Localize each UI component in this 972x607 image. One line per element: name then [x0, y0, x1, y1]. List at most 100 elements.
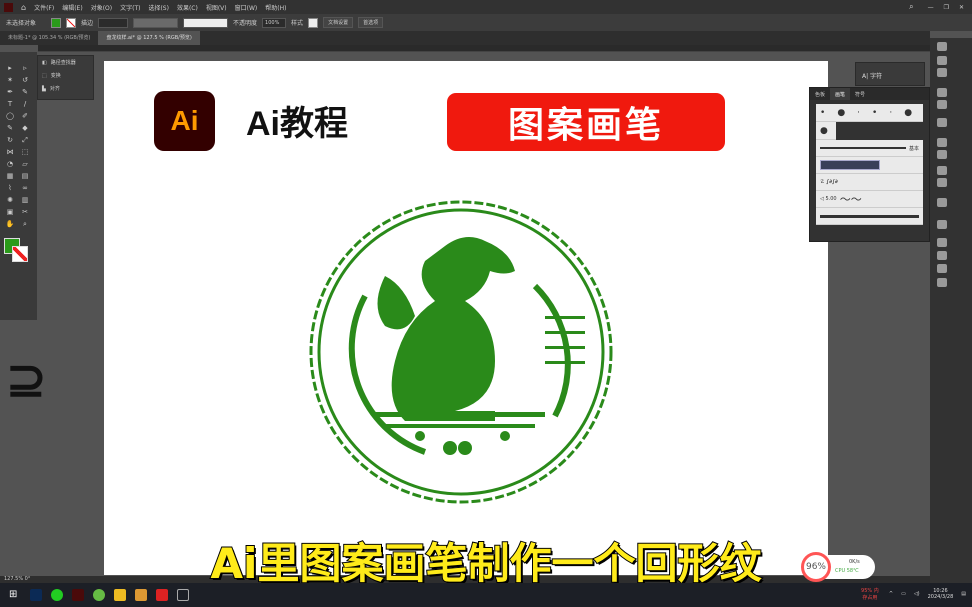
stroke-color-swatch[interactable]: [12, 246, 28, 262]
dock-panel-icon[interactable]: [937, 220, 947, 229]
width-tool-icon[interactable]: ⋈: [5, 148, 15, 156]
stroke-weight-input[interactable]: [98, 17, 129, 28]
tab-brushes[interactable]: 画笔: [830, 88, 851, 100]
dock-panel-icon[interactable]: [937, 118, 947, 127]
character-panel[interactable]: A| 字符: [855, 62, 925, 86]
restore-icon[interactable]: ❐: [944, 4, 949, 11]
gradient-tool-icon[interactable]: ▤: [20, 172, 30, 180]
variable-width-select[interactable]: [133, 17, 179, 28]
dock-panel-icon[interactable]: [937, 264, 947, 273]
system-monitor-widget[interactable]: 96% 0K/s CPU 58℃: [801, 552, 875, 582]
search-icon[interactable]: ⌕: [909, 2, 913, 12]
menu-object[interactable]: 对象(O): [91, 3, 112, 12]
memory-usage[interactable]: 95% 内存占用: [859, 587, 881, 601]
tab-swatches[interactable]: 色板: [810, 88, 830, 100]
home-icon[interactable]: ⌂: [21, 3, 26, 12]
dragon-emblem[interactable]: [305, 196, 617, 508]
tray-chevron-icon[interactable]: ^: [889, 591, 893, 597]
dock-panel-icon[interactable]: [937, 166, 947, 175]
transform-item[interactable]: ⬚ 变换: [38, 69, 93, 82]
dock-panel-icon[interactable]: [937, 42, 947, 51]
wechat-icon[interactable]: [51, 589, 63, 601]
menu-select[interactable]: 选择(S): [148, 3, 169, 12]
photoshop-icon[interactable]: [30, 589, 42, 601]
shaper-tool-icon[interactable]: ✎: [5, 124, 15, 132]
paintbrush-tool-icon[interactable]: ✐: [20, 112, 30, 120]
browser-icon[interactable]: [93, 589, 105, 601]
dock-panel-icon[interactable]: [937, 56, 947, 65]
slice-tool-icon[interactable]: ✂: [20, 208, 30, 216]
selection-tool-icon[interactable]: ▸: [5, 64, 15, 72]
curvature-tool-icon[interactable]: ✎: [20, 88, 30, 96]
tab-active-document[interactable]: 盘龙纹样.ai* @ 127.5 % (RGB/预览): [98, 31, 200, 45]
menu-view[interactable]: 视图(V): [206, 3, 227, 12]
fill-swatch[interactable]: [51, 17, 62, 28]
mesh-tool-icon[interactable]: ▦: [5, 172, 15, 180]
direct-selection-tool-icon[interactable]: ▹: [20, 64, 30, 72]
eraser-tool-icon[interactable]: ◆: [20, 124, 30, 132]
lasso-tool-icon[interactable]: ↺: [20, 76, 30, 84]
menu-help[interactable]: 帮助(H): [265, 3, 286, 12]
magic-wand-tool-icon[interactable]: ✶: [5, 76, 15, 84]
clock[interactable]: 10:26 2024/3/28: [928, 588, 954, 600]
zoom-tool-icon[interactable]: ⌕: [20, 220, 30, 228]
document-settings-button[interactable]: 文档设置: [323, 17, 354, 28]
notes-icon[interactable]: [114, 589, 126, 601]
dock-panel-icon[interactable]: [937, 68, 947, 77]
symbol-sprayer-tool-icon[interactable]: ✺: [5, 196, 15, 204]
ellipse-tool-icon[interactable]: ◯: [5, 112, 15, 120]
menu-type[interactable]: 文字(T): [120, 3, 140, 12]
pattern-brush[interactable]: ☡ ∫∂∫∂: [816, 174, 923, 191]
bristle-brush[interactable]: ◁ 5.00 〜〜: [816, 191, 923, 208]
hand-tool-icon[interactable]: ✋: [5, 220, 15, 228]
dock-panel-icon[interactable]: [937, 100, 947, 109]
stroke-swatch[interactable]: [66, 17, 77, 28]
volume-icon[interactable]: ◁): [914, 591, 920, 597]
dock-panel-icon[interactable]: [937, 198, 947, 207]
basic-brush[interactable]: 基本: [816, 140, 923, 157]
dock-panel-icon[interactable]: [937, 178, 947, 187]
dock-panel-icon[interactable]: [937, 138, 947, 147]
align-item[interactable]: ▙ 对齐: [38, 82, 93, 95]
dock-panel-icon[interactable]: [937, 150, 947, 159]
pen-tool-icon[interactable]: ✒: [5, 88, 15, 96]
tab-untitled[interactable]: 未标题-1* @ 105.34 % (RGB/预览): [0, 31, 98, 45]
illustrator-icon[interactable]: [72, 589, 84, 601]
menu-effect[interactable]: 效果(C): [177, 3, 198, 12]
app-icon[interactable]: [177, 589, 189, 601]
rotate-tool-icon[interactable]: ↻: [5, 136, 15, 144]
scale-tool-icon[interactable]: ⤢: [20, 136, 30, 144]
menu-window[interactable]: 窗口(W): [235, 3, 258, 12]
network-icon[interactable]: ▭: [901, 591, 906, 597]
pathfinder-item[interactable]: ◧ 路径查找器: [38, 56, 93, 69]
type-tool-icon[interactable]: T: [5, 100, 15, 108]
line-tool-icon[interactable]: /: [20, 100, 30, 108]
minimize-icon[interactable]: —: [928, 4, 934, 11]
artboard-tool-icon[interactable]: ▣: [5, 208, 15, 216]
perspective-tool-icon[interactable]: ▱: [20, 160, 30, 168]
dock-panel-icon[interactable]: [937, 88, 947, 97]
menu-file[interactable]: 文件(F): [34, 3, 54, 12]
brush-dot[interactable]: ●: [816, 122, 836, 140]
wps-icon[interactable]: [156, 589, 168, 601]
dock-panel-icon[interactable]: [937, 278, 947, 287]
style-swatch[interactable]: [308, 17, 319, 28]
free-transform-tool-icon[interactable]: ⬚: [20, 148, 30, 156]
calligraphic-brush-row[interactable]: • ● · • · ●: [816, 104, 923, 122]
tab-symbols[interactable]: 符号: [850, 88, 870, 100]
notification-icon[interactable]: ▤: [961, 591, 966, 597]
preferences-button[interactable]: 首选项: [358, 17, 384, 28]
graph-tool-icon[interactable]: ▥: [20, 196, 30, 204]
meander-pattern-brush[interactable]: [816, 157, 923, 174]
close-icon[interactable]: ✕: [959, 4, 964, 11]
windows-start-icon[interactable]: ⊞: [9, 589, 21, 601]
folder-icon[interactable]: [135, 589, 147, 601]
brush-definition-select[interactable]: [183, 17, 229, 28]
blend-tool-icon[interactable]: ∞: [20, 184, 30, 192]
dock-panel-icon[interactable]: [937, 251, 947, 260]
dock-panel-icon[interactable]: [937, 238, 947, 247]
menu-edit[interactable]: 编辑(E): [62, 3, 82, 12]
shape-builder-tool-icon[interactable]: ◔: [5, 160, 15, 168]
opacity-input[interactable]: 100%: [262, 17, 287, 28]
charcoal-brush[interactable]: [816, 208, 923, 225]
